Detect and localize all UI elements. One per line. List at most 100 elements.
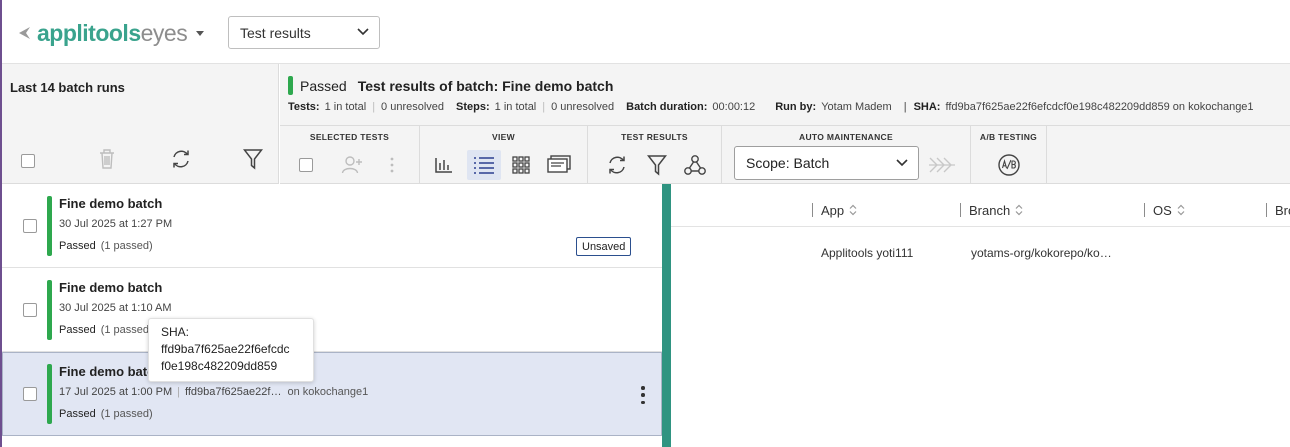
- sha-label: SHA:: [913, 101, 941, 113]
- batch-list-tools: [2, 148, 279, 174]
- applitools-logo-icon: [19, 27, 30, 39]
- test-results-group: TEST RESULTS: [588, 126, 722, 185]
- column-branch[interactable]: Branch: [960, 203, 1023, 218]
- batch-title: Test results of batch: Fine demo batch: [357, 77, 614, 94]
- view-select-value: Test results: [240, 24, 311, 41]
- grid-header: App Branch OS Bro: [671, 184, 1290, 227]
- batch-row-checkbox[interactable]: [23, 219, 37, 233]
- batch-date: 30 Jul 2025 at 1:27 PM: [59, 218, 173, 230]
- batch-count: (1 passed): [100, 324, 153, 336]
- group-by-icon[interactable]: [678, 150, 712, 180]
- list-view-icon[interactable]: [467, 150, 501, 180]
- meta-separator: |: [372, 101, 376, 113]
- cell-app[interactable]: Applitools yoti111: [821, 246, 913, 260]
- steps-unresolved: 0 unresolved: [551, 101, 615, 113]
- results-grid: App Branch OS Bro Applitools yoti111 yot…: [671, 184, 1290, 447]
- batch-status: Passed (1 passed): [59, 324, 153, 336]
- bar-chart-icon[interactable]: [427, 150, 461, 180]
- assign-user-icon[interactable]: [335, 150, 369, 180]
- batch-row-selected[interactable]: Fine demo batc 17 Jul 2025 at 1:00 PM | ff…: [2, 352, 662, 436]
- batch-name: Fine demo batch: [59, 196, 163, 211]
- apply-maintenance-icon[interactable]: [925, 150, 959, 180]
- batch-row[interactable]: Fine demo batch 30 Jul 2025 at 1:10 AM P…: [2, 268, 662, 352]
- batch-status: Passed (1 passed): [59, 408, 153, 420]
- batch-list-title: Last 14 batch runs: [10, 80, 125, 95]
- duration-label: Batch duration:: [626, 101, 708, 113]
- sha-tooltip: SHA: ffd9ba7f625ae22f6efcdc f0e198c48220…: [148, 318, 314, 382]
- batch-list-header: Last 14 batch runs: [2, 64, 279, 184]
- logo-applitools: applitools: [37, 19, 141, 46]
- tests-total: 1 in total: [324, 101, 367, 113]
- batch-more-icon[interactable]: [636, 386, 650, 404]
- steps-label: Steps:: [456, 101, 490, 113]
- app-root: applitools eyes Test results Last 14 bat…: [0, 0, 1290, 447]
- batch-status-indicator: [47, 196, 52, 256]
- batch-row-checkbox[interactable]: [23, 303, 37, 317]
- sha-separator: |: [903, 101, 907, 113]
- batch-status: Passed: [300, 77, 347, 94]
- column-os[interactable]: OS: [1144, 202, 1185, 218]
- batch-status-text: Passed: [59, 324, 96, 336]
- batch-sha: ffd9ba7f625ae22f…: [185, 386, 282, 398]
- selected-tests-group: SELECTED TESTS: [280, 126, 420, 185]
- app-switcher[interactable]: applitools eyes: [16, 19, 205, 46]
- batch-status-row: Passed Test results of batch: Fine demo …: [288, 76, 613, 95]
- select-tests-checkbox[interactable]: [289, 150, 323, 180]
- batch-branch: on kokochange1: [287, 386, 369, 398]
- logo-eyes: eyes: [140, 19, 188, 46]
- sort-icon: [849, 204, 857, 216]
- ab-testing-icon[interactable]: [992, 150, 1026, 180]
- batch-list: Fine demo batch 30 Jul 2025 at 1:27 PM P…: [2, 184, 662, 447]
- runby-label: Run by:: [775, 101, 817, 113]
- batch-sha: ffd9ba7f625ae22f6efcdcf0e198c482209dd859…: [945, 101, 1254, 113]
- view-select[interactable]: Test results: [228, 16, 380, 49]
- steps-total: 1 in total: [494, 101, 537, 113]
- batch-status-indicator: [47, 280, 52, 340]
- date-separator: |: [177, 386, 180, 398]
- tests-label: Tests:: [288, 101, 320, 113]
- sort-icon: [1015, 204, 1023, 216]
- batch-date: 17 Jul 2025 at 1:00 PM: [59, 386, 173, 398]
- cell-branch[interactable]: yotams-org/kokorepo/ko…: [971, 246, 1112, 260]
- column-app[interactable]: App: [812, 202, 857, 218]
- sort-icon: [1177, 204, 1185, 216]
- panel-splitter[interactable]: [662, 184, 671, 447]
- top-bar: applitools eyes Test results: [2, 0, 1290, 64]
- chevron-down-icon: [357, 28, 369, 36]
- meta-separator: |: [542, 101, 546, 113]
- scope-select[interactable]: Scope: Batch: [734, 146, 919, 180]
- filter-icon[interactable]: [243, 148, 263, 170]
- column-label: App: [821, 202, 845, 218]
- auto-maintenance-label: AUTO MAINTENANCE: [799, 132, 893, 142]
- more-vertical-icon[interactable]: [375, 150, 409, 180]
- batch-row-checkbox[interactable]: [23, 387, 37, 401]
- batch-status-text: Passed: [59, 240, 96, 252]
- select-all-checkbox[interactable]: [21, 154, 35, 168]
- batch-row[interactable]: Fine demo batch 30 Jul 2025 at 1:27 PM P…: [2, 184, 662, 268]
- status-indicator: [288, 76, 293, 95]
- details-view-icon[interactable]: [542, 150, 576, 180]
- unsaved-badge: Unsaved: [576, 237, 632, 256]
- filter-results-icon[interactable]: [640, 150, 674, 180]
- selected-tests-label: SELECTED TESTS: [309, 132, 390, 142]
- batch-name: Fine demo batch: [59, 280, 163, 295]
- column-browser[interactable]: Bro: [1266, 202, 1290, 218]
- tooltip-sha-line2: f0e198c482209dd859: [161, 359, 278, 373]
- batch-status-text: Passed: [59, 408, 96, 420]
- test-results-label: TEST RESULTS: [621, 132, 688, 142]
- column-label: OS: [1153, 202, 1172, 218]
- batch-count: (1 passed): [100, 408, 153, 420]
- refresh-icon[interactable]: [170, 148, 192, 170]
- trash-icon[interactable]: [98, 148, 116, 170]
- batch-meta: Tests: 1 in total | 0 unresolved Steps: …: [288, 101, 1254, 113]
- batch-summary: Passed Test results of batch: Fine demo …: [280, 64, 1290, 185]
- scope-select-value: Scope: Batch: [746, 155, 830, 171]
- column-label: Bro: [1275, 202, 1290, 218]
- batch-status-indicator: [47, 364, 52, 424]
- view-label: VIEW: [492, 132, 515, 142]
- ab-testing-label: A/B TESTING: [979, 132, 1038, 142]
- batch-date-line: 17 Jul 2025 at 1:00 PM | ffd9ba7f625ae22f……: [59, 386, 368, 398]
- tests-unresolved: 0 unresolved: [381, 101, 445, 113]
- refresh-results-icon[interactable]: [600, 150, 634, 180]
- grid-view-icon[interactable]: [504, 150, 538, 180]
